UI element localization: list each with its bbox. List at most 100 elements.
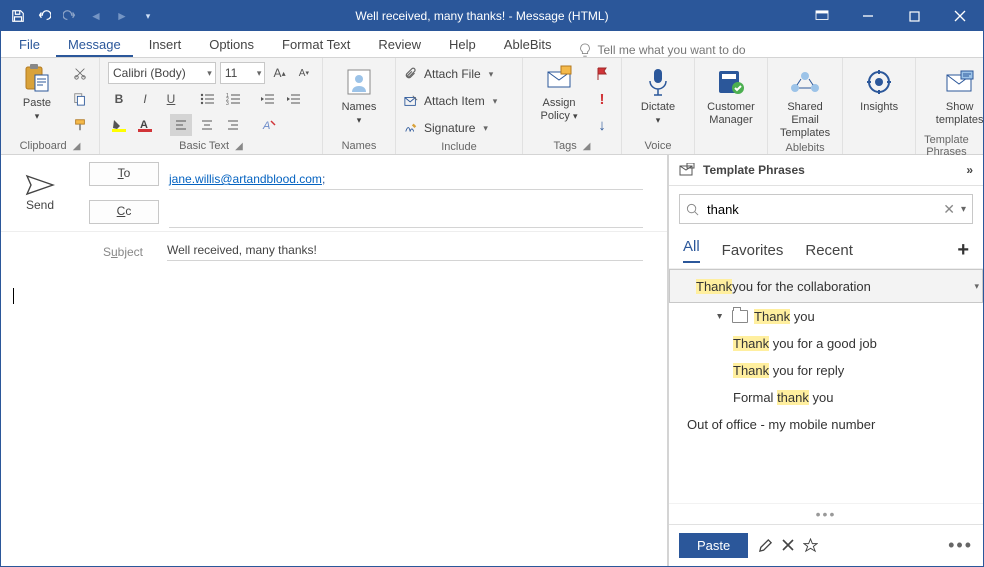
window-title: Well received, many thanks! - Message (H… xyxy=(165,9,799,23)
tab-format-text[interactable]: Format Text xyxy=(270,33,362,57)
template-item[interactable]: Formal thank you xyxy=(669,384,983,411)
minimize-icon[interactable] xyxy=(845,1,891,31)
address-book-icon xyxy=(343,66,375,98)
ribbon-group-tags: AssignPolicy ▾ ! ↓ Tags◢ xyxy=(523,58,622,154)
paste-button[interactable]: Paste▾ xyxy=(9,60,65,125)
svg-text:A: A xyxy=(262,120,270,132)
ribbon-tabs: File Message Insert Options Format Text … xyxy=(1,31,983,58)
templates-icon xyxy=(944,66,976,98)
show-templates-button[interactable]: Showtemplates xyxy=(924,60,984,129)
paste-template-button[interactable]: Paste xyxy=(679,533,748,558)
italic-button[interactable]: I xyxy=(134,88,156,110)
svg-text:3: 3 xyxy=(226,101,229,105)
subject-field[interactable]: Well received, many thanks! xyxy=(167,243,643,261)
numbering-icon[interactable]: 123 xyxy=(222,88,244,110)
panel-tab-favorites[interactable]: Favorites xyxy=(722,242,784,259)
message-body[interactable] xyxy=(1,272,667,566)
close-icon[interactable] xyxy=(937,1,983,31)
customer-manager-button[interactable]: CustomerManager xyxy=(703,60,759,129)
search-box[interactable]: ✕ ▾ xyxy=(679,194,973,224)
flag-icon[interactable] xyxy=(591,62,613,84)
template-item[interactable]: Thank you for the collaboration xyxy=(669,269,983,303)
subject-label: Subject xyxy=(79,245,167,259)
search-input[interactable] xyxy=(705,201,937,218)
delete-icon[interactable] xyxy=(781,538,795,553)
expand-pane-icon[interactable]: » xyxy=(966,163,973,177)
tab-message[interactable]: Message xyxy=(56,33,133,57)
signature-button[interactable]: Signature▾ xyxy=(404,116,514,140)
cc-button[interactable]: Cc xyxy=(89,200,159,224)
overflow-menu-icon[interactable]: ••• xyxy=(948,535,973,556)
dictate-button[interactable]: Dictate▾ xyxy=(630,60,686,129)
send-button[interactable]: Send xyxy=(25,156,55,230)
highlight-color-icon[interactable] xyxy=(108,114,130,136)
align-center-icon[interactable] xyxy=(196,114,218,136)
font-selector[interactable]: Calibri (Body) xyxy=(108,62,216,84)
panel-tab-recent[interactable]: Recent xyxy=(805,242,853,259)
template-folder[interactable]: Thank you xyxy=(669,303,983,330)
shared-templates-icon xyxy=(789,66,821,98)
favorite-icon[interactable] xyxy=(803,538,818,553)
dialog-launcher-icon[interactable]: ◢ xyxy=(583,141,591,152)
tell-me[interactable]: Tell me what you want to do xyxy=(578,43,746,57)
increase-indent-icon[interactable] xyxy=(282,88,304,110)
tab-ablebits[interactable]: AbleBits xyxy=(492,33,564,57)
cc-field[interactable] xyxy=(169,196,643,228)
template-item[interactable]: Thank you for a good job xyxy=(669,330,983,357)
ribbon-group-clipboard: Paste▾ Clipboard◢ xyxy=(1,58,100,154)
dialog-launcher-icon[interactable]: ◢ xyxy=(235,141,243,152)
names-button[interactable]: Names▾ xyxy=(331,60,387,129)
font-size-selector[interactable]: 11 xyxy=(220,62,266,84)
edit-icon[interactable] xyxy=(758,538,773,553)
cut-icon[interactable] xyxy=(69,62,91,84)
ribbon-group-names: Names▾ Names xyxy=(323,58,396,154)
to-field[interactable]: jane.willis@artandblood.com; xyxy=(169,158,643,190)
folder-icon xyxy=(732,310,748,323)
redo-icon xyxy=(59,5,81,27)
tab-file[interactable]: File xyxy=(7,33,52,57)
underline-button[interactable]: U xyxy=(160,88,182,110)
tab-review[interactable]: Review xyxy=(366,33,433,57)
align-left-icon[interactable] xyxy=(170,114,192,136)
maximize-icon[interactable] xyxy=(891,1,937,31)
bullets-icon[interactable] xyxy=(196,88,218,110)
decrease-indent-icon[interactable] xyxy=(256,88,278,110)
tab-help[interactable]: Help xyxy=(437,33,488,57)
attach-item-button[interactable]: Attach Item▾ xyxy=(404,89,514,113)
assign-policy-button[interactable]: AssignPolicy ▾ xyxy=(531,60,587,125)
shared-email-templates-button[interactable]: Shared EmailTemplates xyxy=(776,60,834,142)
attach-file-button[interactable]: Attach File▾ xyxy=(404,62,514,86)
bold-button[interactable]: B xyxy=(108,88,130,110)
ribbon-display-icon[interactable] xyxy=(799,1,845,31)
qat-prev-icon: ◄ xyxy=(85,5,107,27)
microphone-icon xyxy=(642,66,674,98)
qat-next-icon: ► xyxy=(111,5,133,27)
qat-customize-icon[interactable]: ▾ xyxy=(137,5,159,27)
dialog-launcher-icon[interactable]: ◢ xyxy=(73,141,81,152)
shrink-font-icon[interactable]: A▾ xyxy=(294,62,314,84)
ribbon-group-template-phrases: Showtemplates Template Phrases⌃ xyxy=(916,58,984,154)
ribbon: Paste▾ Clipboard◢ Calibri (Body) 11 A▴ A… xyxy=(1,58,983,155)
undo-icon[interactable] xyxy=(33,5,55,27)
format-painter-icon[interactable] xyxy=(69,114,91,136)
align-right-icon[interactable] xyxy=(222,114,244,136)
save-icon[interactable] xyxy=(7,5,29,27)
clear-search-icon[interactable]: ✕ xyxy=(943,201,955,218)
template-item[interactable]: Thank you for reply xyxy=(669,357,983,384)
add-template-icon[interactable]: + xyxy=(957,239,969,262)
high-importance-icon[interactable]: ! xyxy=(591,88,613,110)
copy-icon[interactable] xyxy=(69,88,91,110)
clear-formatting-icon[interactable]: A xyxy=(258,114,280,136)
font-color-icon[interactable]: A xyxy=(134,114,156,136)
more-icon[interactable]: ••• xyxy=(669,503,983,524)
panel-tab-all[interactable]: All xyxy=(683,238,700,263)
tab-insert[interactable]: Insert xyxy=(137,33,194,57)
search-dropdown-icon[interactable]: ▾ xyxy=(961,204,966,215)
to-button[interactable]: To xyxy=(89,162,159,186)
grow-font-icon[interactable]: A▴ xyxy=(269,62,289,84)
template-item[interactable]: Out of office - my mobile number xyxy=(669,411,983,438)
low-importance-icon[interactable]: ↓ xyxy=(591,114,613,136)
tab-options[interactable]: Options xyxy=(197,33,266,57)
insights-button[interactable]: Insights xyxy=(851,60,907,116)
send-icon xyxy=(25,174,55,196)
